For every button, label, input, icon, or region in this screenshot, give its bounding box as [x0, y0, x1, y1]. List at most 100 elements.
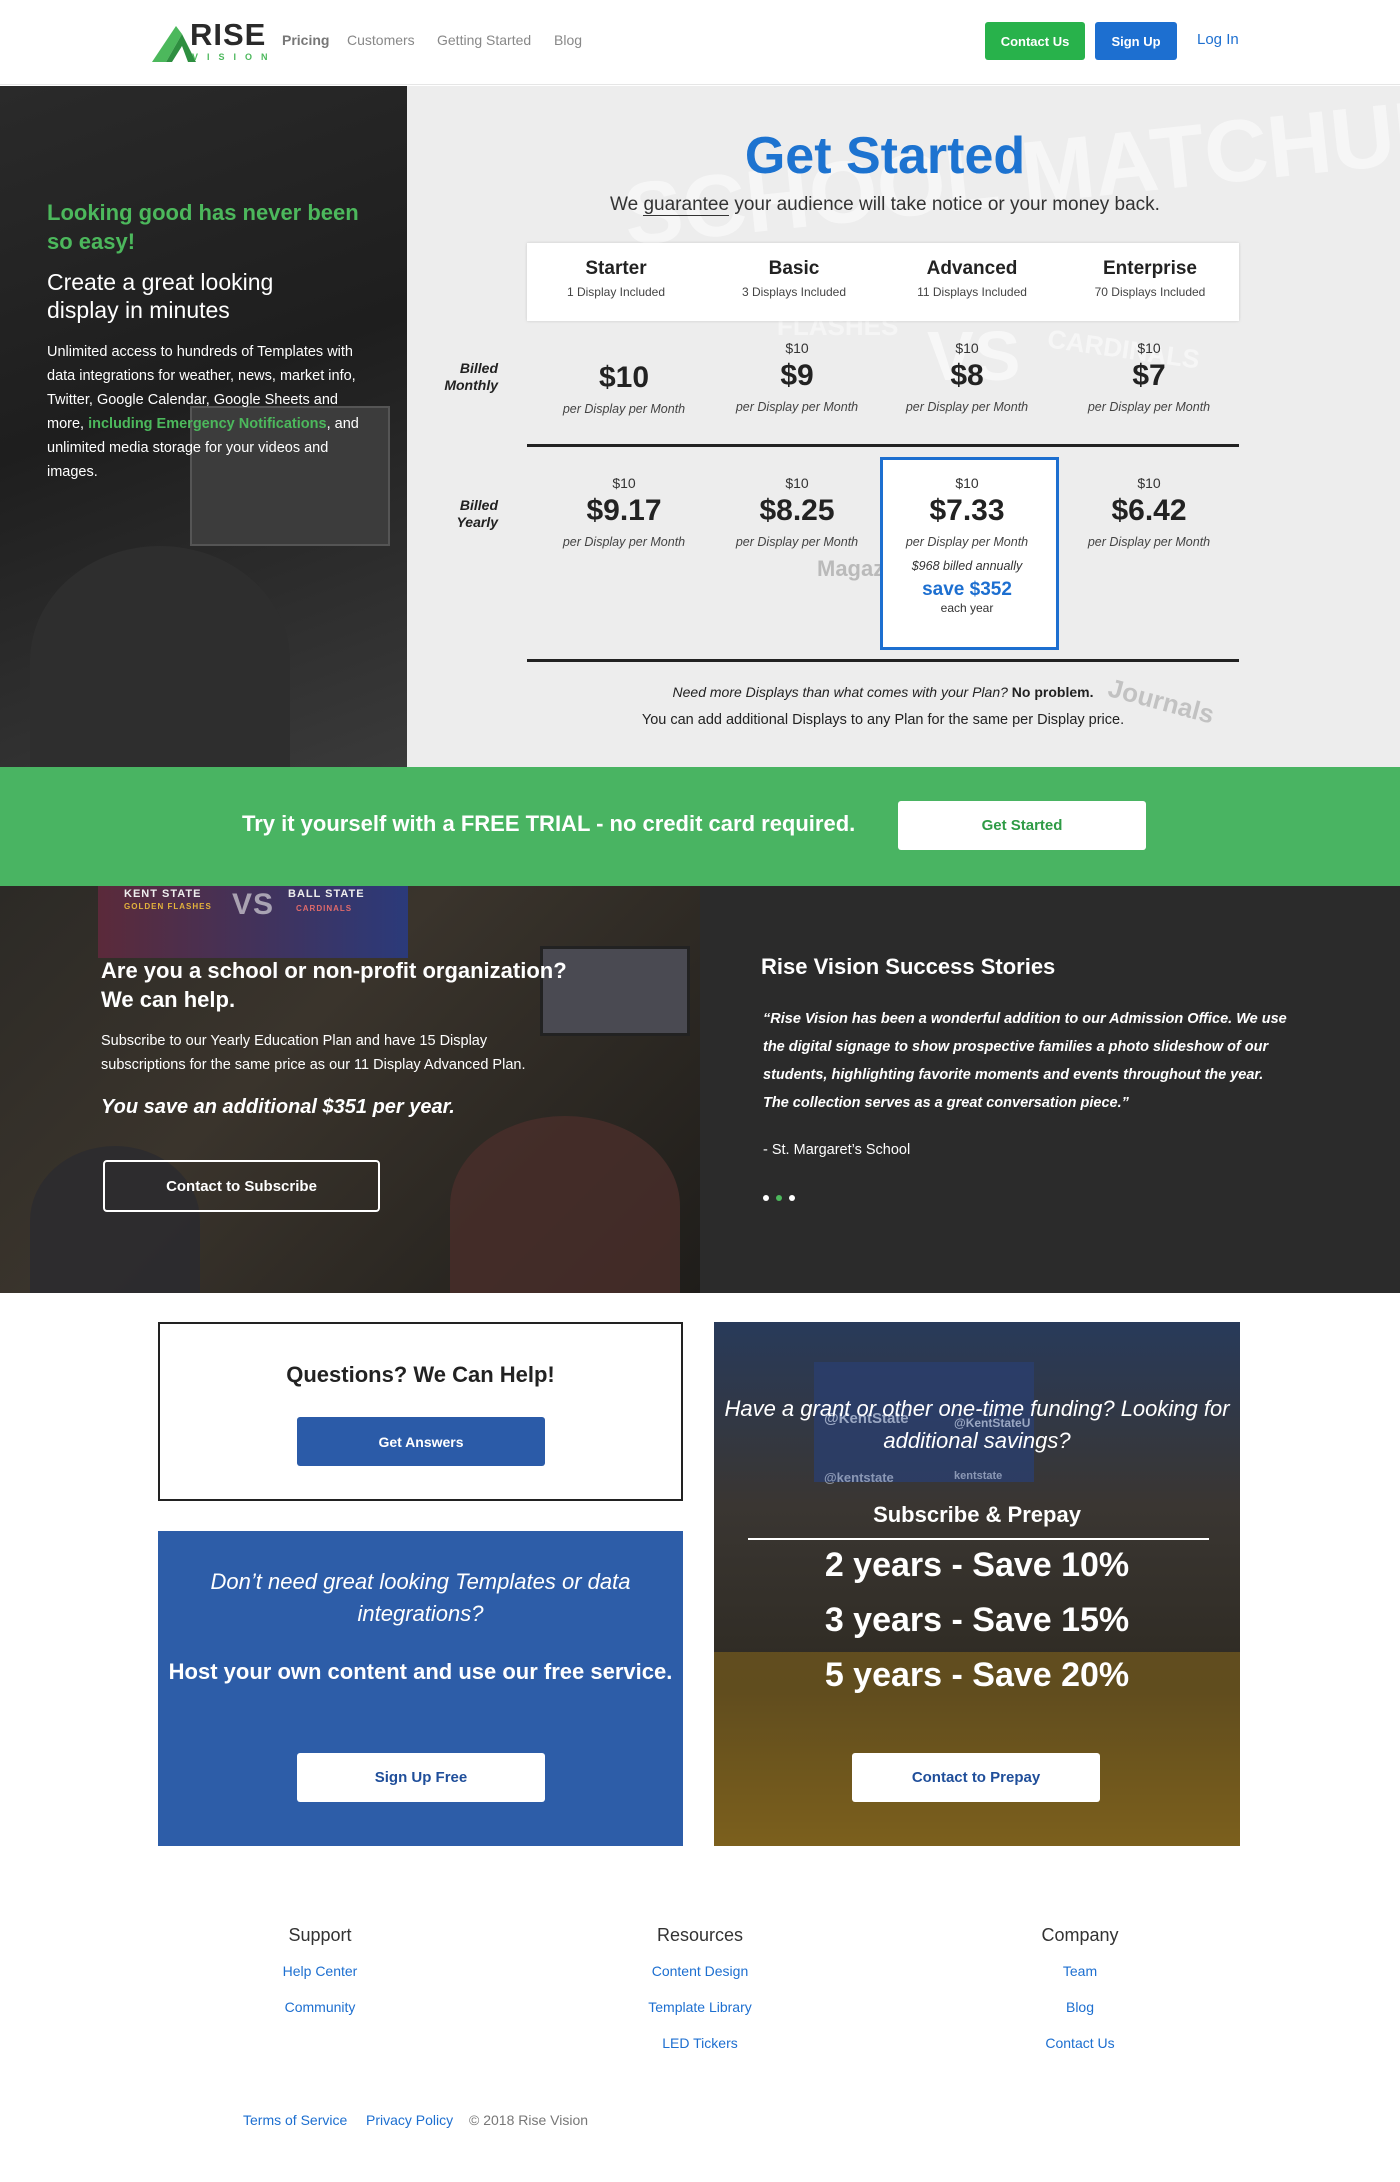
get-started-title: Get Started: [744, 127, 1026, 185]
plan-advanced: Advanced 11 Displays Included: [883, 243, 1061, 321]
yearly-basic-price: $10 $8.25 per Display per Month: [708, 475, 886, 549]
free-trial-text: Try it yourself with a FREE TRIAL - no c…: [242, 811, 856, 836]
price: $10: [598, 361, 650, 394]
monthly-enterprise-price: $10 $7 per Display per Month: [1060, 340, 1238, 414]
terms-of-service-link[interactable]: Terms of Service: [243, 2112, 347, 2128]
sign-up-free-button[interactable]: Sign Up Free: [297, 1753, 545, 1802]
sign-up-button[interactable]: Sign Up: [1095, 22, 1177, 60]
contact-to-subscribe-button[interactable]: Contact to Subscribe: [103, 1160, 380, 1212]
tv-left-team: KENT STATE: [124, 888, 202, 900]
host-bold-text: Host your own content and use our free s…: [168, 1659, 673, 1684]
nav-getting-started[interactable]: Getting Started: [437, 32, 531, 48]
more-displays-answer: You can add additional Displays to any P…: [641, 712, 1125, 728]
school-heading: Are you a school or non-profit organizat…: [101, 958, 567, 1012]
monthly-basic-price: $10 $9 per Display per Month: [708, 340, 886, 414]
site-header: RISE VISION Pricing Customers Getting St…: [0, 0, 1400, 85]
plan-basic: Basic 3 Displays Included: [705, 243, 883, 321]
carousel-dot-3[interactable]: [789, 1195, 795, 1201]
plan-name: Starter: [585, 258, 647, 279]
contact-us-button[interactable]: Contact Us: [985, 22, 1085, 60]
prepay-divider: [748, 1538, 1209, 1540]
footer-help-center-link[interactable]: Help Center: [220, 1963, 420, 1979]
plan-included: 70 Displays Included: [1094, 285, 1206, 299]
yearly-word: Yearly: [456, 514, 498, 530]
contact-to-prepay-button[interactable]: Contact to Prepay: [852, 1753, 1100, 1802]
footer-contact-us-link[interactable]: Contact Us: [980, 2035, 1180, 2051]
person-silhouette: [30, 546, 290, 767]
billed-word: Billed: [459, 360, 498, 376]
monthly-starter-price: $10 per Display per Month: [535, 342, 713, 416]
monthly-advanced-price: $10 $8 per Display per Month: [878, 340, 1056, 414]
tv-right-sub: CARDINALS: [296, 904, 353, 913]
price-unit: per Display per Month: [562, 535, 686, 549]
subtitle-post: your audience will take notice or your m…: [729, 194, 1160, 215]
footer-community-link[interactable]: Community: [220, 1999, 420, 2015]
more-displays-question: Need more Displays than what comes with …: [527, 684, 1239, 700]
nav-pricing[interactable]: Pricing: [282, 32, 329, 48]
divider-yearly: [527, 659, 1239, 662]
more-q-text: Need more Displays than what comes with …: [672, 684, 1012, 700]
nav-blog[interactable]: Blog: [554, 32, 582, 48]
tv-right-team: BALL STATE: [288, 888, 365, 900]
price-unit: per Display per Month: [905, 400, 1029, 414]
school-body: Subscribe to our Yearly Education Plan a…: [101, 1033, 526, 1073]
student-silhouette: [450, 1116, 680, 1293]
footer-team-link[interactable]: Team: [980, 1963, 1180, 1979]
plan-name: Enterprise: [1103, 258, 1197, 279]
monthly-word: Monthly: [444, 377, 498, 393]
guarantee-subtitle: We guarantee your audience will take not…: [530, 194, 1240, 216]
testimonial-author: - St. Margaret’s School: [763, 1142, 911, 1158]
emergency-notifications-link[interactable]: including Emergency Notifications: [88, 416, 326, 432]
price: $8.25: [759, 494, 835, 527]
plan-included: 11 Displays Included: [917, 285, 1027, 299]
carousel-dot-2[interactable]: [776, 1195, 782, 1201]
old-price: $10: [955, 340, 979, 356]
billed-annually: $968 billed annually: [911, 559, 1023, 573]
plans-header: Starter 1 Display Included Basic 3 Displ…: [527, 243, 1239, 321]
subscribe-prepay-heading: Subscribe & Prepay: [873, 1502, 1081, 1527]
logo-word: RISE: [190, 17, 267, 52]
yearly-enterprise-price: $10 $6.42 per Display per Month: [1060, 475, 1238, 549]
billed-word: Billed: [459, 497, 498, 513]
guarantee-link[interactable]: guarantee: [643, 194, 730, 216]
footer-led-tickers-link[interactable]: LED Tickers: [600, 2035, 800, 2051]
price-unit: per Display per Month: [735, 535, 859, 549]
yearly-starter-price: $10 $9.17 per Display per Month: [535, 475, 713, 549]
footer-blog-link[interactable]: Blog: [980, 1999, 1180, 2015]
price: $9.17: [586, 494, 662, 527]
price-unit: per Display per Month: [562, 402, 686, 416]
log-in-link[interactable]: Log In: [1197, 31, 1239, 48]
no-problem-text: No problem.: [1011, 684, 1094, 700]
footer-template-library-link[interactable]: Template Library: [600, 1999, 800, 2015]
plan-included: 1 Display Included: [566, 285, 666, 299]
footer-resources-heading: Resources: [656, 1925, 744, 1945]
price-unit: per Display per Month: [905, 535, 1029, 549]
price: $7: [1132, 359, 1166, 392]
scoreboard-screen: KENT STATE GOLDEN FLASHES VS BALL STATE …: [98, 886, 408, 958]
bg-handle-4: kentstate: [954, 1470, 1003, 1482]
footer-support-heading: Support: [288, 1925, 352, 1945]
yearly-advanced-price: $10 $7.33 per Display per Month $968 bil…: [878, 475, 1056, 615]
carousel-dot-1[interactable]: [763, 1195, 769, 1201]
plan-name: Basic: [768, 258, 820, 279]
prepay-5-years: 5 years - Save 20%: [824, 1656, 1130, 1694]
prepay-3-years: 3 years - Save 15%: [824, 1601, 1130, 1639]
divider-monthly: [527, 444, 1239, 447]
logo-subword: VISION: [192, 52, 277, 62]
plan-starter: Starter 1 Display Included: [527, 243, 705, 321]
bg-handle-3: @kentstate: [824, 1470, 894, 1485]
price-unit: per Display per Month: [735, 400, 859, 414]
hero-left-body: Unlimited access to hundreds of Template…: [47, 340, 362, 484]
copyright-text: © 2018 Rise Vision: [469, 2112, 589, 2128]
get-started-button[interactable]: Get Started: [898, 801, 1146, 850]
pricing-panel: SCHOOL MATCHUP VS FLASHES CARDINALS Maga…: [407, 86, 1400, 767]
rise-vision-logo[interactable]: RISE VISION: [152, 18, 268, 64]
footer-content-design-link[interactable]: Content Design: [600, 1963, 800, 1979]
plan-name: Advanced: [926, 258, 1018, 279]
privacy-policy-link[interactable]: Privacy Policy: [366, 2112, 453, 2128]
nav-customers[interactable]: Customers: [347, 32, 415, 48]
old-price: $10: [1137, 340, 1161, 356]
get-answers-button[interactable]: Get Answers: [297, 1417, 545, 1466]
price: $9: [780, 359, 814, 392]
price-unit: per Display per Month: [1087, 535, 1211, 549]
